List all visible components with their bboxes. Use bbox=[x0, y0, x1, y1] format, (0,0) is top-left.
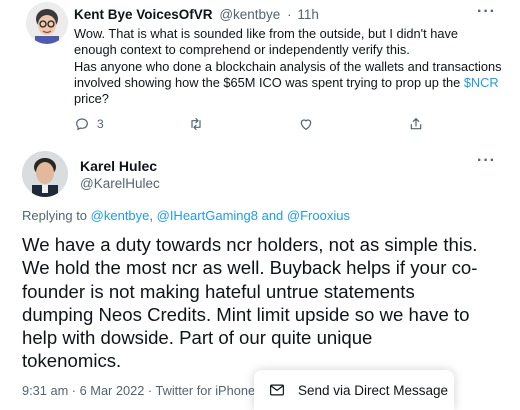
reply-button[interactable]: 3 bbox=[74, 116, 104, 132]
tweet-text-line: founder is not making hateful untrue sta… bbox=[22, 280, 415, 302]
tweet-text-line: price? bbox=[74, 91, 109, 107]
mention-link[interactable]: @Frooxius bbox=[287, 208, 350, 223]
tweet-text-line: We have a duty towards ncr holders, not … bbox=[22, 234, 478, 255]
separator: , bbox=[149, 208, 157, 223]
tweet-header: Kent Bye VoicesOfVR @kentbye · 11h bbox=[74, 7, 319, 22]
avatar[interactable] bbox=[26, 2, 68, 44]
tweet-text-line: dumping Neos Credits. Mint limit upside … bbox=[22, 303, 470, 325]
avatar-image bbox=[22, 151, 68, 197]
tweet-time[interactable]: 11h bbox=[297, 7, 319, 22]
share-icon bbox=[410, 118, 422, 130]
tweet-text-line: help with dowside. Part of our quite uni… bbox=[22, 327, 373, 349]
retweet-icon bbox=[191, 118, 201, 130]
tweet-timestamp[interactable]: 9:31 am · 6 Mar 2022 · Twitter for iPhon… bbox=[22, 383, 255, 398]
retweet-button[interactable] bbox=[188, 116, 204, 132]
tweet-text-line: Has anyone who done a blockchain analysi… bbox=[74, 58, 502, 74]
and-text: and bbox=[257, 208, 287, 223]
tweet-text-segment: involved showing how the $65M ICO was sp… bbox=[74, 74, 464, 90]
tweet-text: Wow. That is what is sounded like from t… bbox=[74, 26, 504, 107]
send-direct-message-button[interactable]: Send via Direct Message bbox=[254, 370, 454, 410]
tweet-text-line: involved showing how the $65M ICO was sp… bbox=[74, 75, 504, 91]
replying-to: Replying to @kentbye, @IHeartGaming8 and… bbox=[22, 208, 350, 223]
like-icon bbox=[300, 119, 312, 130]
envelope-icon bbox=[270, 384, 284, 396]
separator: · bbox=[287, 7, 292, 22]
more-options-button[interactable]: ··· bbox=[477, 152, 496, 170]
reply-icon bbox=[76, 118, 88, 131]
tweet-text-line: Wow. That is what is sounded like from t… bbox=[74, 26, 458, 41]
replying-prefix: Replying to bbox=[22, 208, 91, 223]
parent-tweet[interactable]: Kent Bye VoicesOfVR @kentbye · 11h ··· W… bbox=[0, 0, 520, 146]
author-handle[interactable]: @kentbye bbox=[219, 7, 280, 22]
share-button[interactable] bbox=[408, 116, 424, 132]
like-button[interactable] bbox=[298, 116, 314, 132]
author-name[interactable]: Kent Bye VoicesOfVR bbox=[74, 7, 213, 22]
cashtag-link[interactable]: $NCR bbox=[464, 75, 499, 90]
tweet-actions: 3 bbox=[74, 116, 474, 136]
more-options-button[interactable]: ··· bbox=[477, 3, 496, 21]
author-name[interactable]: Karel Hulec bbox=[80, 158, 157, 174]
dm-label: Send via Direct Message bbox=[298, 382, 449, 398]
reply-count: 3 bbox=[97, 117, 104, 131]
tweet-text: We have a duty towards ncr holders, not … bbox=[22, 233, 502, 373]
mention-link[interactable]: @IHeartGaming8 bbox=[157, 208, 258, 223]
tweet-text-line: We hold the most ncr as well. Buyback he… bbox=[22, 257, 478, 279]
mention-link[interactable]: @kentbye bbox=[91, 208, 150, 223]
avatar[interactable] bbox=[22, 151, 68, 197]
tweet-text-line: enough context to comprehend or independ… bbox=[74, 42, 410, 58]
author-handle[interactable]: @KarelHulec bbox=[80, 176, 160, 191]
avatar-image bbox=[26, 2, 68, 44]
